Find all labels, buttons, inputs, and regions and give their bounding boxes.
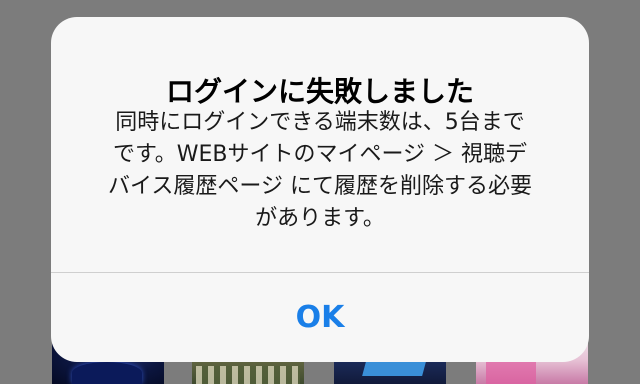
- login-failed-alert: ログインに失敗しました 同時にログインできる端末数は、5台まで です。WEBサイ…: [51, 17, 589, 362]
- alert-message-line: があります。: [255, 206, 385, 231]
- ok-button[interactable]: OK: [51, 273, 589, 362]
- alert-message-line: です。WEBサイトのマイページ ＞ 視聴デ: [112, 142, 528, 167]
- alert-message-line: 同時にログインできる端末数は、5台まで: [115, 110, 525, 135]
- alert-message: 同時にログインできる端末数は、5台まで です。WEBサイトのマイページ ＞ 視聴…: [89, 107, 551, 235]
- alert-message-line: バイス履歴ページ にて履歴を削除する必要: [108, 174, 532, 199]
- alert-title: ログインに失敗しました: [165, 75, 474, 108]
